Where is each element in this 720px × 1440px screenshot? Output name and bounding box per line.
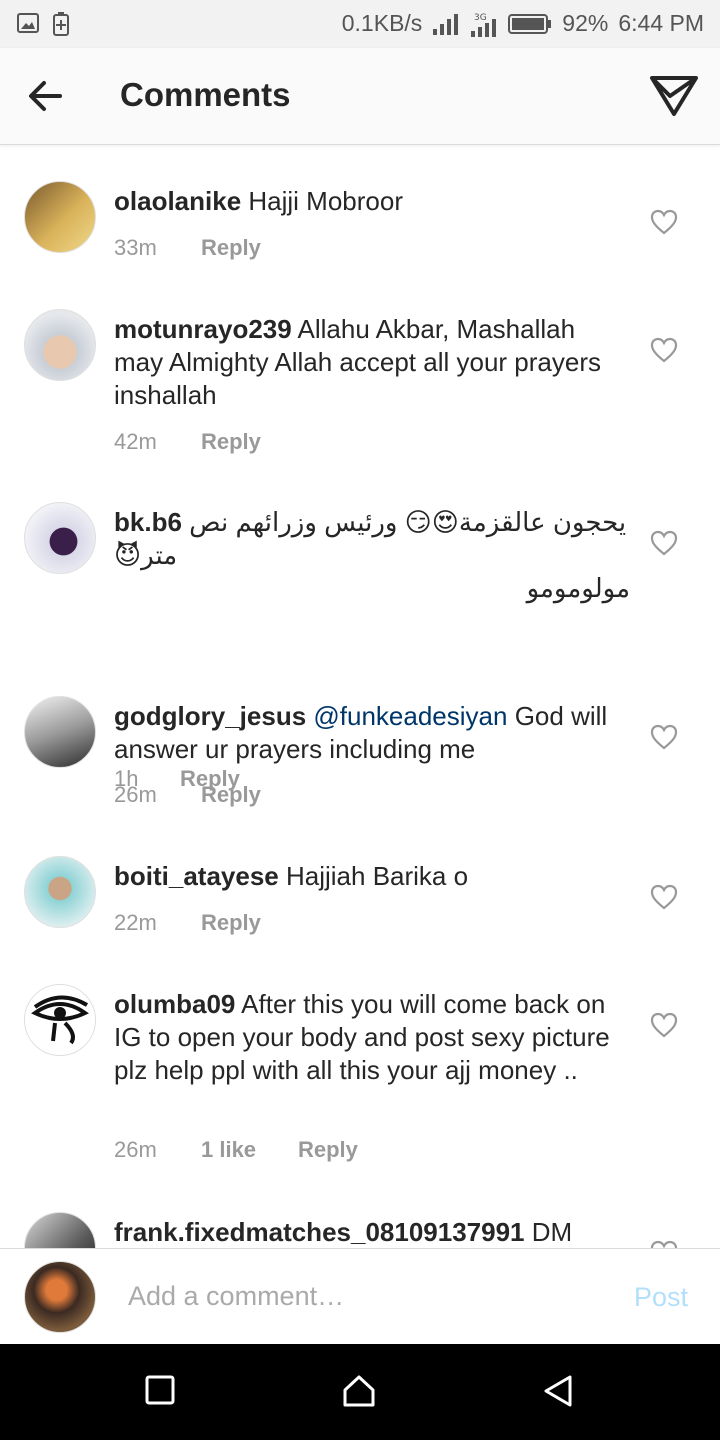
network-speed: 0.1KB/s <box>341 10 423 36</box>
comment-time: 42m <box>114 429 157 454</box>
comment-text: boiti_atayese Hajjiah Barika o <box>114 860 630 893</box>
recent-apps-icon <box>144 1375 176 1410</box>
comment-content: Hajji Mobroor <box>248 186 403 216</box>
comment-content: DM <box>531 1217 573 1247</box>
home-button[interactable] <box>342 1374 378 1410</box>
comment-text: olaolanike Hajji Mobroor <box>114 185 630 218</box>
home-icon <box>342 1375 376 1412</box>
like-button[interactable] <box>650 530 678 556</box>
eye-of-horus-icon <box>25 995 95 1055</box>
comment-time: 26m <box>114 782 157 807</box>
heart-icon <box>650 1012 678 1042</box>
heart-icon <box>650 530 678 560</box>
comment-username[interactable]: boiti_atayese <box>114 861 279 891</box>
like-count[interactable]: 1 like <box>201 1137 298 1163</box>
comment-meta: 42m Reply <box>114 429 261 455</box>
reply-button[interactable]: Reply <box>201 782 261 808</box>
battery-saver-icon <box>52 11 70 37</box>
svg-text:3G: 3G <box>474 13 487 23</box>
like-button[interactable] <box>650 1012 678 1038</box>
reply-button[interactable]: Reply <box>201 910 261 936</box>
reply-button[interactable]: Reply <box>298 1137 358 1163</box>
comment-content-line2: مولومومو <box>526 573 630 603</box>
page-title: Comments <box>120 76 291 113</box>
comment-text: frank.fixedmatches_08109137991 DM <box>114 1216 630 1248</box>
like-button[interactable] <box>650 337 678 363</box>
heart-icon <box>650 724 678 754</box>
post-button[interactable]: Post <box>634 1282 688 1313</box>
comment-username[interactable]: frank.fixedmatches_08109137991 <box>114 1217 525 1247</box>
battery-icon <box>508 13 552 35</box>
like-button[interactable] <box>650 209 678 235</box>
comment-content: يحجون عالقزمة😍😏 ورئيس وزرائهم نص متر😈 <box>114 507 627 570</box>
system-back-button[interactable] <box>542 1374 578 1410</box>
comment-text: motunrayo239 Allahu Akbar, Mashallah may… <box>114 313 630 412</box>
comment-text: godglory_jesus @funkeadesiyan God will a… <box>114 700 630 766</box>
comment-time: 26m <box>114 1137 157 1162</box>
header: Comments <box>0 48 720 145</box>
avatar[interactable] <box>24 696 96 768</box>
comment-username[interactable]: olaolanike <box>114 186 241 216</box>
comment-mention[interactable]: @funkeadesiyan <box>313 701 507 731</box>
comment-username[interactable]: godglory_jesus <box>114 701 306 731</box>
signal-icon <box>432 13 460 35</box>
back-icon <box>542 1375 574 1412</box>
recent-apps-button[interactable] <box>144 1374 180 1410</box>
comment-username[interactable]: olumba09 <box>114 989 235 1019</box>
comment-meta: 33m Reply <box>114 235 261 261</box>
comment-time: 22m <box>114 910 157 935</box>
comments-list[interactable]: olaolanike Hajji Mobroor 33m Reply motun… <box>0 145 720 1248</box>
heart-icon <box>650 209 678 239</box>
heart-icon <box>650 884 678 914</box>
avatar[interactable] <box>24 1212 96 1248</box>
avatar[interactable] <box>24 502 96 574</box>
avatar[interactable] <box>24 309 96 381</box>
signal-3g-icon: 3G <box>470 11 498 37</box>
comment-content: Hajjiah Barika o <box>285 861 469 891</box>
avatar[interactable] <box>24 856 96 928</box>
avatar[interactable] <box>24 181 96 253</box>
comment-meta: 26m 1 like Reply <box>114 1137 358 1163</box>
like-button[interactable] <box>650 724 678 750</box>
arrow-left-icon <box>24 81 68 120</box>
reply-button[interactable]: Reply <box>201 429 261 455</box>
back-button[interactable] <box>24 76 68 116</box>
battery-percent: 92% <box>562 10 609 36</box>
like-button[interactable] <box>650 1240 678 1248</box>
clock: 6:44 PM <box>618 10 704 36</box>
avatar <box>24 1261 96 1333</box>
comment-username[interactable]: bk.b6 <box>114 507 182 537</box>
comment-text: bk.b6 يحجون عالقزمة😍😏 ورئيس وزرائهم نص م… <box>114 506 630 605</box>
paper-plane-icon <box>648 76 700 124</box>
gallery-icon <box>16 11 40 37</box>
comment-text: olumba09 After this you will come back o… <box>114 988 630 1087</box>
comment-username[interactable]: motunrayo239 <box>114 314 292 344</box>
comment-input[interactable]: Add a comment… <box>128 1281 344 1312</box>
share-direct-button[interactable] <box>648 72 700 120</box>
like-button[interactable] <box>650 884 678 910</box>
comment-meta: 26m Reply <box>114 782 261 808</box>
heart-icon <box>650 337 678 367</box>
comment-time: 33m <box>114 235 157 260</box>
status-bar: 0.1KB/s 3G 92% 6:44 PM <box>0 0 720 48</box>
avatar[interactable] <box>24 984 96 1056</box>
reply-button[interactable]: Reply <box>201 235 261 261</box>
comment-meta: 22m Reply <box>114 910 261 936</box>
system-nav-bar <box>0 1344 720 1440</box>
comment-composer: Add a comment… Post <box>0 1248 720 1345</box>
